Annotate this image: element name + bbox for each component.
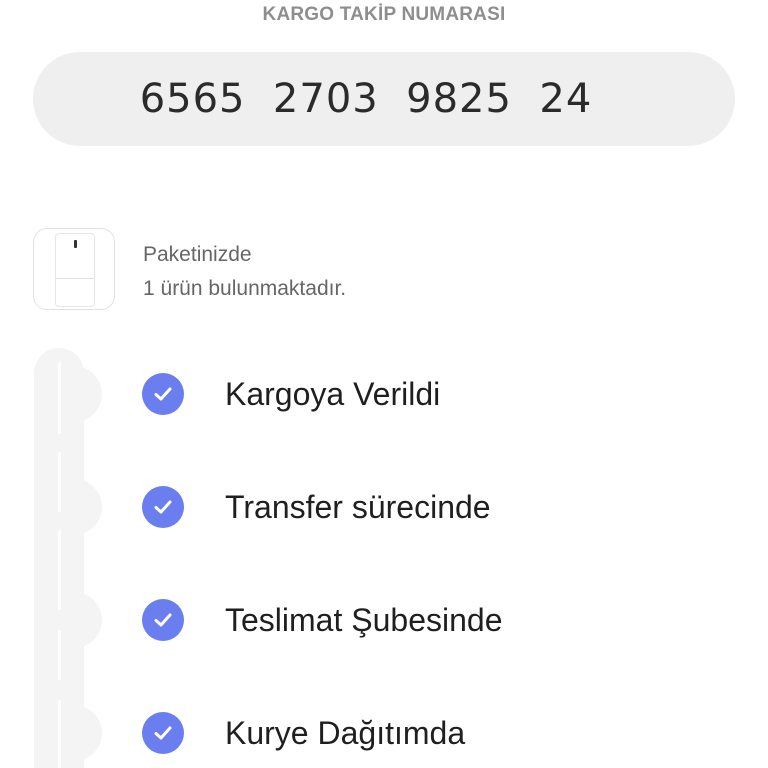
timeline-dash (58, 700, 61, 768)
status-step-label: Kurye Dağıtımda (225, 714, 466, 751)
timeline-connector (66, 479, 102, 535)
status-step-label: Transfer sürecinde (225, 488, 491, 525)
status-step-label: Teslimat Şubesinde (225, 601, 503, 638)
refrigerator-door-split (56, 278, 94, 279)
status-step-at-branch: Teslimat Şubesinde (142, 598, 502, 642)
timeline-dash (58, 630, 61, 680)
check-icon (142, 373, 184, 415)
timeline-connector (66, 705, 102, 761)
tracking-number: 6565 2703 9825 24 (139, 76, 593, 122)
timeline-dash (58, 452, 61, 512)
tracking-number-box[interactable]: 6565 2703 9825 24 (33, 52, 735, 146)
package-summary-line1: Paketinizde (143, 243, 252, 266)
check-icon (142, 712, 184, 754)
timeline-dash (58, 362, 61, 434)
tracking-number-label: KARGO TAKİP NUMARASI (262, 4, 506, 25)
product-thumbnail[interactable] (33, 228, 115, 310)
check-icon (142, 486, 184, 528)
status-step-label: Kargoya Verildi (225, 375, 441, 412)
timeline-connector (66, 366, 102, 422)
status-step-shipped: Kargoya Verildi (142, 372, 440, 416)
package-summary: Paketinizde 1 ürün bulunmaktadır. (143, 238, 346, 306)
timeline-connector (66, 592, 102, 648)
cargo-tracking-page: KARGO TAKİP NUMARASI 6565 2703 9825 24 P… (0, 0, 768, 768)
status-step-transfer: Transfer sürecinde (142, 485, 491, 529)
timeline-dash (58, 530, 61, 610)
check-icon (142, 599, 184, 641)
package-summary-line2: 1 ürün bulunmaktadır. (143, 277, 347, 300)
refrigerator-handle (74, 240, 77, 248)
status-step-out-for-delivery: Kurye Dağıtımda (142, 711, 465, 755)
refrigerator-image (56, 234, 94, 306)
